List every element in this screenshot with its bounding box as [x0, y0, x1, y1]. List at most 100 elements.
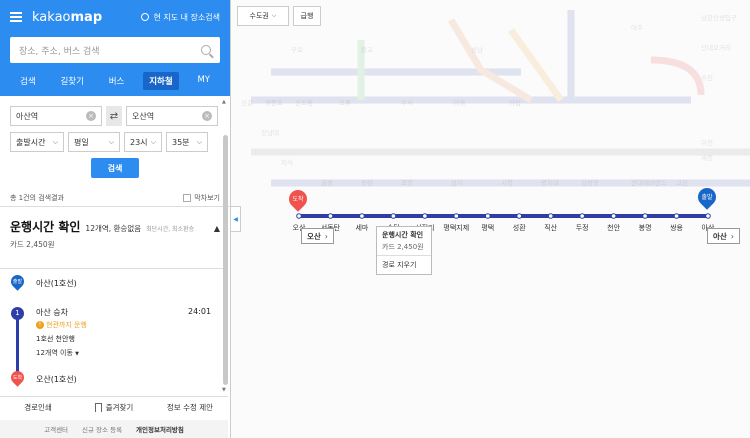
- search-input[interactable]: 장소, 주소, 버스 검색: [10, 37, 220, 63]
- svg-text:지석: 지석: [281, 158, 293, 167]
- station-dot[interactable]: [642, 213, 648, 219]
- collapse-panel-button[interactable]: ◀: [231, 206, 241, 232]
- print-route-button[interactable]: 경로인쇄: [0, 402, 76, 413]
- from-station-input[interactable]: 아산역 ×: [10, 106, 102, 126]
- map-end-callout-label: 오산: [307, 231, 321, 241]
- result-count: 총 1건의 검색결과: [10, 193, 64, 202]
- privacy-link[interactable]: 개인정보처리방침: [136, 424, 184, 434]
- report-button[interactable]: 정보 수정 제안: [152, 402, 228, 413]
- stops-toggle[interactable]: 12개역 이동 ▼: [36, 348, 79, 358]
- hour-select[interactable]: 23시 ⌵: [124, 132, 162, 152]
- scroll-thumb[interactable]: [223, 135, 228, 385]
- tab-bus[interactable]: 버스: [103, 72, 131, 90]
- route-summary[interactable]: 운행시간 확인 12개역, 환승없음 최단시간, 최소환승 ▲ 카드 2,450…: [0, 207, 230, 250]
- tab-my[interactable]: MY: [191, 72, 216, 90]
- station-dot[interactable]: [484, 213, 491, 219]
- map-end-pin-label: 도착: [292, 196, 304, 203]
- hamburger-menu-icon[interactable]: [10, 12, 22, 22]
- station-dot[interactable]: [327, 213, 334, 219]
- kakaomap-logo[interactable]: kakaomap: [32, 10, 102, 25]
- route-form: 아산역 × ⇄ 오산역 × 출발시간 ⌵ 평일 ⌵ 23시 ⌵ 35분 ⌵ 검색: [0, 96, 230, 178]
- region-select-button[interactable]: 수도권 ⌵: [237, 6, 289, 26]
- svg-text:시청: 시청: [501, 179, 513, 187]
- express-button-label: 급행: [300, 12, 314, 20]
- chevron-down-icon: ⌵: [52, 137, 58, 146]
- last-train-checkbox[interactable]: 막차보기: [183, 193, 220, 203]
- register-link[interactable]: 신규 장소 등록: [82, 424, 122, 434]
- station-dot[interactable]: [359, 213, 365, 219]
- day-type-select[interactable]: 평일 ⌵: [68, 132, 120, 152]
- svg-text:구로: 구로: [291, 46, 303, 54]
- minute-value: 35분: [172, 137, 190, 147]
- board-label: 아산 승차: [36, 308, 68, 317]
- warning-text: 현관까지 운행: [46, 321, 87, 329]
- map-start-callout[interactable]: 아산 ›: [707, 228, 740, 244]
- map-start-pin[interactable]: 출발: [694, 184, 720, 212]
- chevron-down-icon: ⌵: [196, 137, 202, 146]
- popup-clear-route-button[interactable]: 경로 지우기: [377, 256, 431, 274]
- sidebar: kakaomap 현 지도 내 장소검색 장소, 주소, 버스 검색 검색 길찾…: [0, 0, 231, 438]
- route-sub: 최단시간, 최소환승: [146, 226, 195, 233]
- tab-search[interactable]: 검색: [14, 72, 42, 90]
- swap-stations-button[interactable]: ⇄: [106, 106, 122, 126]
- svg-text:삼가: 삼가: [451, 178, 463, 187]
- station-dot[interactable]: [705, 213, 711, 219]
- route-steps: 출발 아산(1호선) 1 아산 승차 24:01 ! 현관까지 운행 1호선 천…: [0, 268, 228, 387]
- map-start-pin-label: 출발: [701, 194, 713, 201]
- clear-icon[interactable]: ×: [202, 111, 212, 121]
- station-label[interactable]: 천안: [607, 223, 620, 232]
- collapse-triangle-icon[interactable]: ▲: [214, 224, 220, 233]
- station-dot[interactable]: [516, 213, 523, 219]
- help-link[interactable]: 고객센터: [44, 424, 68, 434]
- svg-text:고진: 고진: [676, 178, 688, 187]
- stops-count: 12개역 이동: [36, 349, 73, 357]
- start-badge: 출발: [12, 279, 23, 285]
- checkbox-icon: [183, 193, 192, 202]
- logo-light: map: [70, 9, 103, 25]
- station-dot[interactable]: [422, 213, 428, 219]
- svg-text:금정: 금정: [321, 178, 333, 187]
- station-label[interactable]: 세마: [355, 223, 368, 232]
- station-label[interactable]: 평택지제: [443, 223, 469, 232]
- clear-icon[interactable]: ×: [86, 111, 96, 121]
- svg-text:남한산성입구: 남한산성입구: [701, 13, 737, 22]
- scroll-up-icon[interactable]: ▲: [222, 99, 226, 105]
- route-fare: 카드 2,450원: [10, 240, 55, 249]
- chevron-down-icon: ⌵: [271, 12, 277, 19]
- station-dot[interactable]: [296, 213, 302, 219]
- svg-text:강남대: 강남대: [261, 128, 279, 137]
- station-dot[interactable]: [390, 213, 397, 219]
- express-toggle-button[interactable]: 급행: [293, 6, 321, 26]
- station-label[interactable]: 두정: [576, 223, 589, 232]
- station-dot[interactable]: [547, 213, 554, 219]
- station-dot[interactable]: [453, 213, 460, 219]
- bookmark-button[interactable]: 즐겨찾기: [76, 402, 152, 413]
- svg-text:세종: 세종: [701, 153, 713, 162]
- popup-title: 운행시간 확인: [382, 231, 424, 239]
- end-station: 오산(1호선): [36, 375, 77, 384]
- sidebar-scrollbar[interactable]: ▲ ▼: [222, 99, 229, 393]
- start-station: 아산(1호선): [36, 279, 77, 288]
- tab-directions[interactable]: 길찾기: [54, 72, 89, 90]
- minute-select[interactable]: 35분 ⌵: [166, 132, 208, 152]
- station-label[interactable]: 평택: [481, 223, 494, 232]
- search-icon[interactable]: [201, 45, 211, 55]
- station-label[interactable]: 봉명: [639, 223, 652, 232]
- to-station-input[interactable]: 오산역 ×: [126, 106, 218, 126]
- station-dot[interactable]: [673, 213, 680, 219]
- scroll-down-icon[interactable]: ▼: [222, 387, 226, 393]
- map-end-callout[interactable]: 오산 ›: [301, 228, 334, 244]
- search-button[interactable]: 검색: [91, 158, 139, 178]
- tab-subway[interactable]: 지하철: [143, 72, 179, 90]
- station-dot[interactable]: [579, 213, 585, 219]
- main-tabs: 검색 길찾기 버스 지하철 MY: [10, 72, 220, 90]
- map-area[interactable]: 신길 영등포 신도림 오류 수서 이매 야탑 강남대 지석 금정 동탄 조양 삼…: [231, 0, 750, 438]
- svg-text:단대오거리: 단대오거리: [701, 43, 731, 52]
- nearby-search-button[interactable]: 현 지도 내 장소검색: [141, 12, 220, 23]
- station-dot[interactable]: [610, 213, 617, 219]
- station-label[interactable]: 직산: [544, 223, 557, 232]
- map-end-pin[interactable]: 도착: [285, 186, 311, 214]
- station-label[interactable]: 성환: [513, 223, 526, 232]
- station-label[interactable]: 쌍용: [670, 223, 683, 232]
- time-type-select[interactable]: 출발시간 ⌵: [10, 132, 64, 152]
